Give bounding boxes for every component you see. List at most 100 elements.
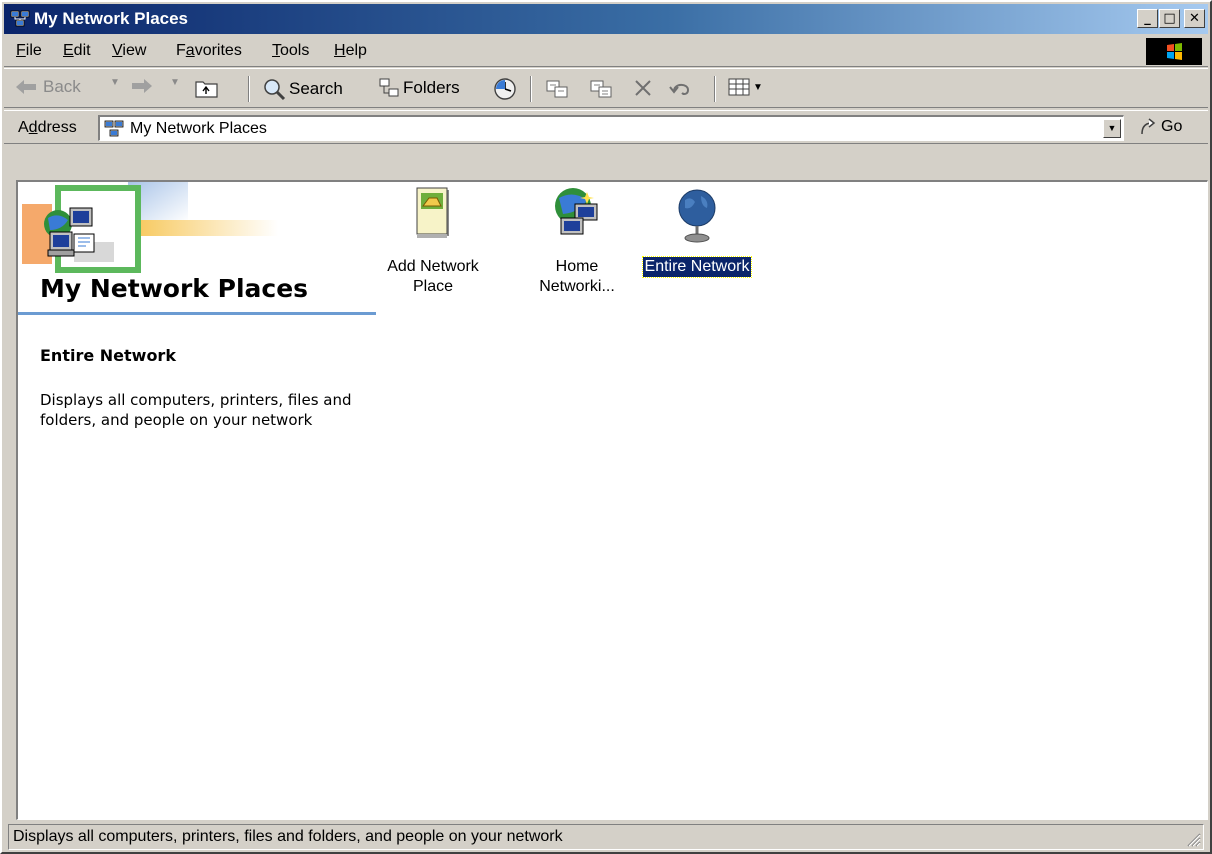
menu-edit[interactable]: Edit [63, 42, 91, 60]
menu-favorites[interactable]: Favorites [176, 42, 242, 60]
chevron-down-icon: ▼ [1107, 123, 1117, 133]
menu-edit-rest: dit [73, 42, 91, 59]
undo-icon [669, 83, 690, 95]
chevron-down-icon: ▼ [170, 77, 180, 88]
menu-help[interactable]: Help [334, 42, 367, 60]
history-icon [494, 78, 516, 100]
minimize-icon: _ [1144, 11, 1151, 26]
history-button[interactable] [492, 77, 518, 101]
delete-button[interactable] [632, 77, 654, 99]
up-folder-button[interactable] [194, 77, 220, 99]
search-label: Search [289, 79, 343, 98]
menu-tools-rest: ools [280, 42, 310, 59]
windows-flag-icon [1167, 43, 1182, 60]
entire-network-globe-icon [678, 189, 716, 243]
views-grid-icon [728, 78, 750, 96]
menu-file[interactable]: File [16, 42, 42, 60]
close-icon: ✕ [1189, 11, 1200, 26]
resize-grip-icon[interactable] [1185, 831, 1201, 847]
network-places-large-icon [44, 207, 95, 257]
back-dropdown-button[interactable]: ▼ [110, 77, 120, 88]
move-to-button[interactable] [544, 77, 570, 101]
toolbar-separator [530, 76, 532, 102]
move-to-icon [546, 80, 568, 98]
home-networking-icon [555, 188, 598, 235]
copy-to-button[interactable] [588, 77, 614, 101]
address-label: Address [18, 119, 77, 137]
minimize-button[interactable]: _ [1137, 9, 1158, 28]
add-network-place-icon [416, 187, 449, 238]
address-label-pre: A [18, 119, 29, 136]
item-home-networking[interactable]: Home Networki... [512, 184, 642, 297]
window-title: My Network Places [34, 9, 189, 28]
undo-button[interactable] [668, 77, 694, 99]
go-button[interactable]: Go [1138, 117, 1182, 137]
explorer-window: My Network Places _ □ ✕ File Edit View F… [0, 0, 1212, 854]
toolbar-separator [248, 76, 250, 102]
item-label-line1: Home [555, 258, 599, 275]
address-label-mnemonic: d [28, 119, 38, 136]
back-button[interactable]: Back [14, 77, 81, 97]
menu-file-rest: ile [25, 42, 42, 59]
folders-button[interactable]: Folders [378, 77, 460, 99]
webview-banner: My Network Places [18, 182, 376, 318]
windows-logo-throbber [1146, 38, 1202, 65]
network-places-icon [104, 120, 124, 137]
folders-label: Folders [403, 78, 460, 97]
item-label-line2: Place [412, 278, 454, 295]
forward-arrow-icon [132, 79, 152, 93]
go-label: Go [1161, 118, 1183, 135]
chevron-down-icon: ▼ [110, 77, 120, 88]
menu-favorites-pre: F [176, 42, 186, 59]
menu-help-mnemonic: H [334, 42, 346, 59]
menu-bar: File Edit View Favorites Tools Help [4, 36, 1208, 67]
maximize-button[interactable]: □ [1159, 9, 1180, 28]
menu-tools[interactable]: Tools [272, 42, 309, 60]
status-bar: Displays all computers, printers, files … [4, 822, 1208, 852]
toolbar-separator [714, 76, 716, 102]
menu-tools-mnemonic: T [272, 42, 280, 59]
item-entire-network[interactable]: Entire Network [632, 184, 762, 278]
up-folder-icon [195, 81, 218, 98]
address-dropdown-button[interactable]: ▼ [1103, 119, 1121, 138]
menu-view-rest: iew [122, 42, 147, 59]
copy-to-icon [590, 80, 612, 98]
selected-item-title: Entire Network [40, 346, 176, 365]
maximize-icon: □ [1163, 11, 1176, 26]
item-label-line2: Networki... [539, 278, 615, 295]
title-bar[interactable]: My Network Places _ □ ✕ [4, 4, 1208, 34]
standard-toolbar: Back ▼ ▼ Search Folders ▼ [4, 68, 1208, 108]
go-arrow-icon [1141, 118, 1156, 135]
network-places-icon [10, 10, 30, 27]
forward-button[interactable] [128, 77, 154, 95]
item-label: Entire Network [641, 256, 753, 278]
folders-tree-icon [379, 78, 399, 97]
selected-item-description: Displays all computers, printers, files … [40, 391, 352, 429]
chevron-down-icon: ▼ [753, 81, 763, 93]
address-label-rest: dress [37, 119, 77, 136]
menu-view[interactable]: View [112, 42, 146, 60]
folder-content-pane[interactable]: My Network Places Entire Network Display… [16, 180, 1208, 820]
views-button[interactable]: ▼ [728, 77, 763, 97]
page-title: My Network Places [40, 274, 309, 303]
menu-file-mnemonic: F [16, 42, 26, 59]
title-underline [18, 312, 376, 315]
address-bar: Address My Network Places ▼ Go [4, 110, 1208, 144]
item-label: Home Networki... [537, 257, 617, 297]
item-add-network-place[interactable]: Add Network Place [368, 184, 498, 297]
search-icon [264, 79, 286, 101]
close-button[interactable]: ✕ [1184, 9, 1205, 28]
back-arrow-icon [16, 80, 36, 94]
address-input[interactable]: My Network Places ▼ [98, 115, 1124, 141]
menu-edit-mnemonic: E [63, 42, 74, 59]
back-label: Back [43, 77, 81, 96]
menu-help-rest: elp [345, 42, 367, 59]
delete-x-icon [635, 80, 651, 96]
item-label-line1: Add Network [387, 258, 479, 275]
search-button[interactable]: Search [262, 77, 343, 101]
forward-dropdown-button[interactable]: ▼ [170, 77, 180, 88]
status-panel: Displays all computers, printers, files … [8, 824, 1204, 850]
menu-view-mnemonic: V [112, 42, 123, 59]
item-label: Add Network Place [385, 257, 481, 297]
status-text: Displays all computers, printers, files … [13, 828, 563, 845]
